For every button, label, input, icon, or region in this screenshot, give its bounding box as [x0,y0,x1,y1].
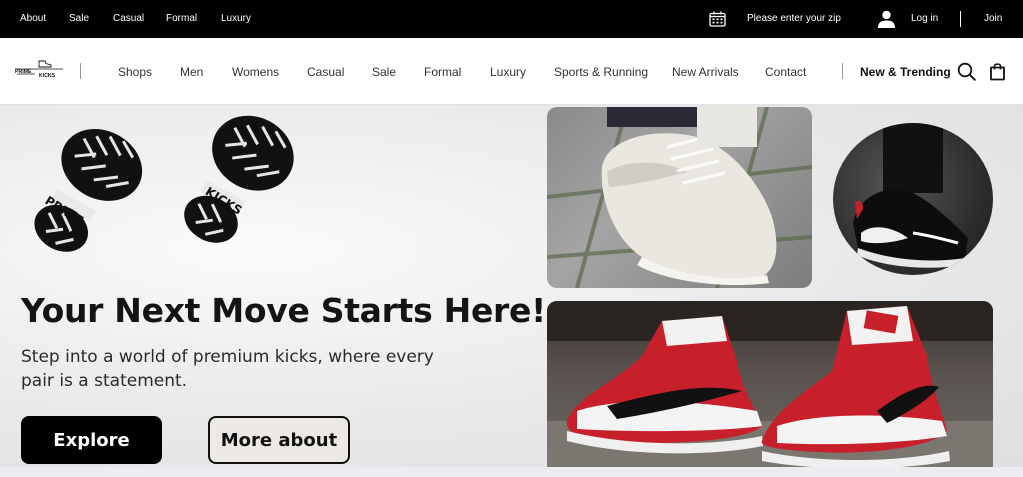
nav-item-contact[interactable]: Contact [765,65,806,79]
explore-button[interactable]: Explore [21,416,162,464]
shopping-bag-icon[interactable] [989,62,1006,81]
user-icon[interactable] [877,10,896,28]
hero-banner: PRIME KICKS Your Next Move Starts Here! … [0,105,1023,467]
nav-item-luxury[interactable]: Luxury [490,65,526,79]
topbar-link-sale[interactable]: Sale [69,13,89,24]
nav-item-womens[interactable]: Womens [232,65,279,79]
logo-text-prime: PRIME [15,69,32,75]
bottom-strip [0,467,1023,477]
top-bar: About Sale Casual Formal Luxury Please e… [0,0,1023,38]
topbar-link-formal[interactable]: Formal [166,13,197,24]
nav-item-men[interactable]: Men [180,65,203,79]
white-sneaker-image [547,107,812,288]
topbar-link-casual[interactable]: Casual [113,13,144,24]
zip-prompt[interactable]: Please enter your zip [747,13,841,24]
footprints-graphic: PRIME KICKS [34,115,294,252]
calendar-icon[interactable] [709,11,726,27]
topbar-link-about[interactable]: About [20,13,46,24]
login-link[interactable]: Log in [911,13,938,24]
nav-divider-right [842,63,843,79]
logo[interactable]: PRIME KICKS [15,58,63,80]
nav-item-shops[interactable]: Shops [118,65,152,79]
red-sneakers-image [547,301,993,467]
logo-text-kicks: KICKS [39,73,56,79]
hero-headline: Your Next Move Starts Here! [21,291,546,330]
nav-item-formal[interactable]: Formal [424,65,461,79]
nav-item-sports-running[interactable]: Sports & Running [554,65,648,79]
nav-divider-left [80,63,81,79]
hero-subline: Step into a world of premium kicks, wher… [21,347,434,391]
topbar-link-luxury[interactable]: Luxury [221,13,251,24]
nav-item-casual[interactable]: Casual [307,65,344,79]
join-link[interactable]: Join [984,13,1002,24]
search-icon[interactable] [957,62,976,81]
nav-item-sale[interactable]: Sale [372,65,396,79]
nav-item-new-arrivals[interactable]: New Arrivals [672,65,739,79]
nav-item-new-trending[interactable]: New & Trending [860,65,951,79]
more-about-button[interactable]: More about [208,416,350,464]
black-sneaker-image [833,123,993,275]
topbar-divider [960,11,961,27]
